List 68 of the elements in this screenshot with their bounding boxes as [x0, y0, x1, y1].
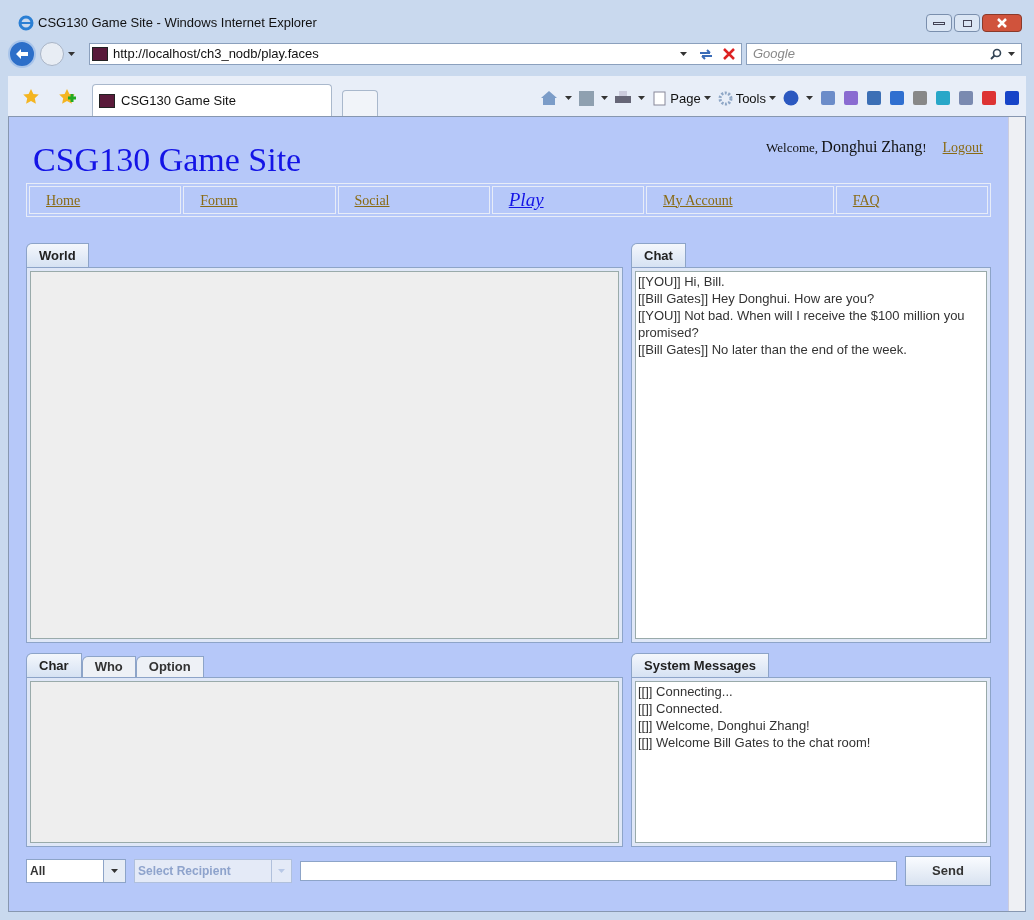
close-button[interactable]: [982, 14, 1022, 32]
add-star-icon[interactable]: [58, 88, 76, 106]
message-line: [[Bill Gates]] No later than the end of the week.: [638, 341, 908, 358]
message-line: [[]] Welcome, Donghui Zhang!: [638, 717, 811, 734]
star-icon[interactable]: [22, 88, 40, 106]
tab-title: CSG130 Game Site: [121, 91, 236, 110]
command-menu-button[interactable]: Tools: [717, 88, 776, 108]
caret-icon: [601, 96, 609, 101]
close-icon: [997, 18, 1007, 28]
square-icon[interactable]: [912, 90, 928, 107]
message-line: [[YOU]] Not bad. When will I receive the $100 million you promised?: [638, 307, 966, 341]
square-icon[interactable]: [820, 90, 836, 107]
caret-icon: [565, 96, 573, 101]
refresh-arrows-icon[interactable]: [698, 48, 714, 60]
search-icon[interactable]: [990, 48, 1002, 60]
panel-tab[interactable]: Who: [81, 656, 136, 677]
caret-icon: [278, 869, 285, 873]
panel-tab[interactable]: Chat: [631, 243, 686, 267]
message-line: [[YOU]] Hi, Bill.: [638, 273, 726, 290]
panel-tab[interactable]: Char: [26, 653, 82, 677]
panel-tab[interactable]: Option: [135, 656, 204, 677]
message-line: [[]] Connected.: [638, 700, 724, 717]
panel-tab[interactable]: World: [26, 243, 89, 267]
home-icon[interactable]: [540, 90, 559, 107]
square-icon[interactable]: [889, 90, 905, 107]
browser-logo-icon: [18, 15, 34, 31]
nav-link[interactable]: Play: [491, 186, 644, 214]
caret-icon: [68, 52, 75, 56]
site-favicon: [92, 47, 108, 61]
back-button[interactable]: [8, 40, 36, 68]
command-menu-button[interactable]: Page: [652, 88, 711, 108]
caret-icon: [111, 869, 118, 873]
message-input[interactable]: [300, 861, 897, 881]
window-title: CSG130 Game Site - Windows Internet Explorer: [38, 14, 317, 33]
caret-icon: [1008, 52, 1015, 56]
caret-icon: [769, 96, 776, 101]
square-icon[interactable]: [1004, 90, 1020, 107]
address-field[interactable]: http://localhost/ch3_nodb/play.faces: [89, 43, 742, 65]
square-icon[interactable]: [866, 90, 882, 107]
select-value: All: [29, 863, 47, 880]
welcome-text: Welcome, Donghui Zhang!: [766, 137, 927, 158]
page-icon: [652, 90, 668, 106]
message-line: [[]] Connecting...: [638, 683, 734, 700]
url-text: http://localhost/ch3_nodb/play.faces: [113, 45, 319, 64]
square-icon[interactable]: [843, 90, 859, 107]
back-arrow-icon: [15, 48, 29, 60]
browser-tab[interactable]: CSG130 Game Site: [92, 84, 332, 116]
search-placeholder: Google: [753, 45, 795, 64]
search-field[interactable]: Google: [746, 43, 1022, 65]
scrollbar[interactable]: [1008, 117, 1025, 911]
minimize-button[interactable]: [926, 14, 952, 32]
maximize-button[interactable]: [954, 14, 980, 32]
send-button[interactable]: Send: [905, 856, 991, 886]
square-icon[interactable]: [958, 90, 974, 107]
select-placeholder: Select Recipient: [137, 863, 232, 880]
caret-icon: [680, 52, 687, 56]
site-favicon: [99, 93, 115, 108]
scope-select[interactable]: All: [26, 859, 126, 883]
message-line: [[Bill Gates]] Hey Donghui. How are you?: [638, 290, 876, 307]
caret-icon: [806, 96, 813, 101]
printer-icon[interactable]: [615, 90, 632, 106]
site-title: CSG130 Game Site: [33, 143, 302, 177]
panel-tab[interactable]: System Messages: [631, 653, 769, 677]
caret-icon: [638, 96, 646, 101]
square-icon[interactable]: [981, 90, 997, 107]
message-line: [[]] Welcome Bill Gates to the chat room!: [638, 734, 872, 751]
caret-icon: [703, 96, 711, 101]
stop-icon[interactable]: [723, 48, 735, 60]
